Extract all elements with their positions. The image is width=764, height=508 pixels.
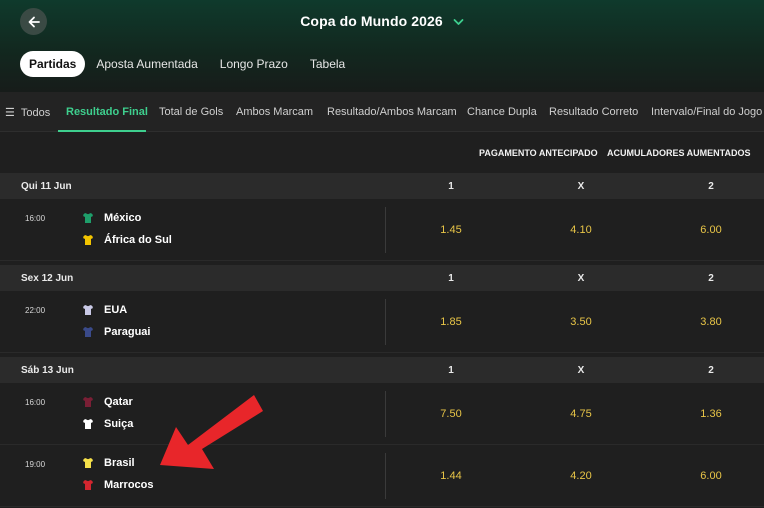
col-1-label: 1	[448, 181, 454, 192]
odd-away[interactable]: 6.00	[681, 470, 741, 482]
home-team: Qatar	[82, 396, 133, 408]
market-chance-dupla[interactable]: Chance Dupla	[467, 106, 537, 118]
away-team-name: África do Sul	[104, 234, 172, 246]
away-team-name: Marrocos	[104, 479, 154, 491]
markets-bar: ☰ Todos Resultado Final Total de Gols Amb…	[0, 92, 764, 132]
home-team-name: Brasil	[104, 457, 135, 469]
odd-away[interactable]: 1.36	[681, 408, 741, 420]
early-payout-heading: PAGAMENTO ANTECIPADO	[479, 148, 598, 158]
tab-partidas[interactable]: Partidas	[20, 51, 86, 77]
shirt-icon	[83, 480, 93, 490]
market-all-label: Todos	[20, 107, 51, 119]
market-resultado-ambos-marcam[interactable]: Resultado/Ambos Marcam	[327, 106, 457, 118]
header: Copa do Mundo 2026 Partidas Aposta Aumen…	[0, 0, 764, 92]
col-2-label: 2	[708, 365, 714, 376]
top-tabs: Partidas Aposta Aumentada Longo Prazo Ta…	[20, 51, 356, 77]
shirt-icon	[83, 305, 93, 315]
annotation-arrow-icon	[160, 395, 263, 469]
odd-home[interactable]: 7.50	[421, 408, 481, 420]
market-resultado-final[interactable]: Resultado Final	[66, 106, 148, 118]
away-team: Paraguai	[82, 326, 150, 338]
away-team: Marrocos	[82, 479, 154, 491]
match-row[interactable]: 16:00 Qatar Suiça 7.50 4.75 1.36	[0, 383, 764, 445]
odd-draw[interactable]: 4.20	[551, 470, 611, 482]
market-all[interactable]: ☰ Todos	[5, 106, 50, 119]
odd-away[interactable]: 3.80	[681, 316, 741, 328]
divider	[385, 453, 386, 499]
menu-icon: ☰	[5, 107, 15, 119]
day-header: Qui 11 Jun 1 X 2	[0, 173, 764, 199]
competition-selector[interactable]: Copa do Mundo 2026	[0, 13, 764, 29]
match-row[interactable]: 19:00 Brasil Marrocos 1.44 4.20 6.00	[0, 445, 764, 507]
match-row[interactable]: 16:00 México África do Sul 1.45 4.10 6.0…	[0, 199, 764, 261]
odd-home[interactable]: 1.45	[421, 224, 481, 236]
home-team-name: EUA	[104, 304, 128, 316]
shirt-icon	[83, 235, 93, 245]
match-row[interactable]: 22:00 EUA Paraguai 1.85 3.50 3.80	[0, 291, 764, 353]
odd-draw[interactable]: 3.50	[551, 316, 611, 328]
col-x-label: X	[577, 273, 585, 284]
col-2-label: 2	[708, 181, 714, 192]
divider	[385, 207, 386, 253]
market-ambos-marcam[interactable]: Ambos Marcam	[236, 106, 313, 118]
market-resultado-correto[interactable]: Resultado Correto	[549, 106, 638, 118]
away-team: Suiça	[82, 418, 133, 430]
shirt-icon	[83, 397, 93, 407]
shirt-icon	[83, 213, 93, 223]
shirt-icon	[83, 419, 93, 429]
odd-home[interactable]: 1.85	[421, 316, 481, 328]
shirt-icon	[83, 327, 93, 337]
home-team: EUA	[82, 304, 127, 316]
home-team-name: México	[104, 212, 142, 224]
odd-draw[interactable]: 4.10	[551, 224, 611, 236]
tab-tabela[interactable]: Tabela	[310, 57, 345, 71]
divider	[385, 391, 386, 437]
home-team-name: Qatar	[104, 396, 133, 408]
chevron-down-icon	[453, 19, 464, 26]
odd-draw[interactable]: 4.75	[551, 408, 611, 420]
day-header: Sáb 13 Jun 1 X 2	[0, 357, 764, 383]
shirt-icon	[83, 458, 93, 468]
page-title: Copa do Mundo 2026	[300, 13, 443, 29]
tab-aposta-aumentada[interactable]: Aposta Aumentada	[96, 57, 197, 71]
home-team: México	[82, 212, 141, 224]
col-1-label: 1	[448, 273, 454, 284]
match-time: 22:00	[25, 306, 46, 315]
match-time: 16:00	[25, 214, 46, 223]
col-x-label: X	[577, 181, 585, 192]
day-date: Sáb 13 Jun	[21, 365, 74, 376]
day-date: Qui 11 Jun	[21, 181, 72, 192]
col-1-label: 1	[448, 365, 454, 376]
market-total-de-gols[interactable]: Total de Gols	[159, 106, 223, 118]
odd-away[interactable]: 6.00	[681, 224, 741, 236]
tab-longo-prazo[interactable]: Longo Prazo	[220, 57, 288, 71]
col-2-label: 2	[708, 273, 714, 284]
home-team: Brasil	[82, 457, 135, 469]
odd-home[interactable]: 1.44	[421, 470, 481, 482]
active-market-underline	[58, 130, 146, 132]
away-team: África do Sul	[82, 234, 172, 246]
boosted-acca-heading: ACUMULADORES AUMENTADOS	[607, 148, 751, 158]
day-header: Sex 12 Jun 1 X 2	[0, 265, 764, 291]
away-team-name: Suiça	[104, 418, 134, 430]
match-time: 16:00	[25, 398, 46, 407]
col-x-label: X	[577, 365, 585, 376]
day-date: Sex 12 Jun	[21, 273, 74, 284]
market-intervalo-final[interactable]: Intervalo/Final do Jogo	[651, 106, 762, 118]
away-team-name: Paraguai	[104, 326, 151, 338]
match-time: 19:00	[25, 460, 46, 469]
divider	[385, 299, 386, 345]
